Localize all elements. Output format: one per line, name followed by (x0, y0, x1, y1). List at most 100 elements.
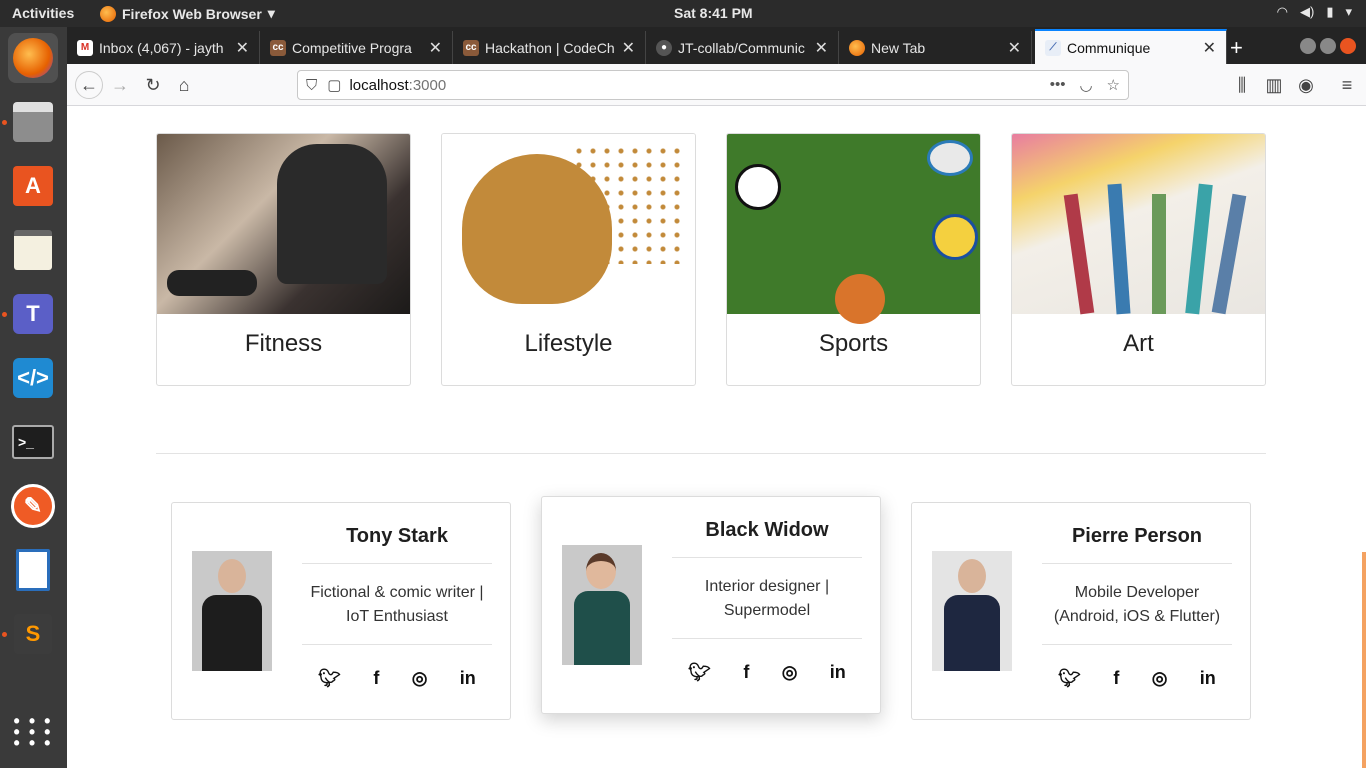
divider (302, 563, 492, 564)
dropdown-caret-icon: ▾ (267, 5, 275, 21)
url-host: localhost (349, 76, 409, 94)
tab-new-tab[interactable]: New Tab ✕ (839, 31, 1032, 64)
app-menu[interactable]: Firefox Web Browser ▾ (100, 5, 275, 22)
category-card-art[interactable]: Art (1011, 133, 1266, 386)
divider (302, 644, 492, 645)
dock-sublime[interactable]: S (8, 609, 58, 659)
pocket-icon[interactable]: ◡ (1079, 76, 1092, 94)
tab-label: Communique (1067, 39, 1151, 56)
running-indicator (2, 312, 7, 317)
vscode-icon: </> (13, 358, 53, 398)
dock-firefox[interactable] (8, 33, 58, 83)
social-links: 🐦︎ f ◎ in (1042, 668, 1232, 689)
clock[interactable]: Sat 8:41 PM (674, 5, 753, 21)
bookmark-star-icon[interactable]: ☆ (1107, 76, 1120, 94)
facebook-icon[interactable]: f (373, 668, 379, 689)
linkedin-icon[interactable]: in (830, 662, 846, 683)
lifestyle-image (442, 134, 695, 314)
category-title: Sports (818, 330, 889, 357)
files-icon (13, 102, 53, 142)
maximize-button[interactable] (1320, 38, 1336, 54)
facebook-icon[interactable]: f (1113, 668, 1119, 689)
new-tab-button[interactable]: + (1230, 35, 1243, 61)
battery-icon: ▮ (1326, 4, 1334, 19)
section-divider (156, 453, 1266, 454)
tab-communique[interactable]: ⟋ Communique ✕ (1035, 29, 1227, 64)
firefox-icon (849, 39, 865, 56)
shield-icon[interactable]: ⛉ (306, 77, 317, 94)
dock-writer[interactable] (8, 545, 58, 595)
system-tray[interactable]: ◠ ◀) ▮ ▾ (1277, 4, 1352, 20)
library-icon[interactable]: ⫼ (1230, 73, 1254, 97)
close-icon[interactable]: ✕ (622, 38, 635, 58)
member-description: Interior designer | Supermodel (704, 578, 830, 619)
divider (1042, 563, 1232, 564)
dock-text-editor[interactable] (8, 225, 58, 275)
tab-github[interactable]: ● JT-collab/Communic ✕ (646, 31, 839, 64)
social-links: 🐦︎ f ◎ in (302, 668, 492, 689)
twitter-icon[interactable]: 🐦︎ (1058, 668, 1081, 689)
category-card-sports[interactable]: Sports (726, 133, 981, 386)
category-card-lifestyle[interactable]: Lifestyle (441, 133, 696, 386)
more-actions-icon[interactable]: ••• (1050, 76, 1066, 94)
running-indicator (2, 120, 7, 125)
member-name: Pierre Person (1071, 525, 1203, 547)
activities-button[interactable]: Activities (12, 5, 74, 21)
member-description: Fictional & comic writer | IoT Enthusias… (310, 584, 484, 625)
tab-competitive-programming[interactable]: cc Competitive Progra ✕ (260, 31, 453, 64)
dock-terminal[interactable]: >_ (8, 417, 58, 467)
tab-label: JT-collab/Communic (678, 39, 805, 56)
close-icon[interactable]: ✕ (815, 38, 828, 58)
gmail-icon: M (77, 39, 93, 56)
page-scrollbar[interactable] (1362, 552, 1366, 768)
dock-files[interactable] (8, 97, 58, 147)
dock-vscode[interactable]: </> (8, 353, 58, 403)
page-info-icon[interactable]: ▢ (327, 76, 341, 94)
dock-teams[interactable]: T (8, 289, 58, 339)
forward-button[interactable]: → (108, 73, 132, 97)
menu-icon[interactable]: ≡ (1335, 73, 1359, 97)
instagram-icon[interactable]: ◎ (782, 662, 798, 683)
reload-button[interactable]: ↻ (141, 73, 165, 97)
dock-postman[interactable]: ✎ (8, 481, 58, 531)
navigation-toolbar: ← → ↻ ⌂ ⛉ ▢ localhost:3000 ••• ◡ ☆ ⫼ ▥ ◉… (67, 64, 1366, 106)
member-description: Mobile Developer (Android, iOS & Flutter… (1053, 584, 1221, 625)
category-title: Fitness (244, 330, 323, 357)
url-bar[interactable]: ⛉ ▢ localhost:3000 ••• ◡ ☆ (297, 70, 1129, 100)
member-name: Black Widow (705, 519, 829, 541)
linkedin-icon[interactable]: in (460, 668, 476, 689)
instagram-icon[interactable]: ◎ (1152, 668, 1168, 689)
wifi-icon: ◠ (1276, 4, 1288, 19)
divider (672, 638, 862, 639)
account-icon[interactable]: ◉ (1294, 73, 1318, 97)
tab-label: Inbox (4,067) - jayth (99, 39, 224, 56)
twitter-icon[interactable]: 🐦︎ (688, 662, 711, 683)
app-grid-icon: • • • • • • • • • (13, 710, 53, 753)
facebook-icon[interactable]: f (743, 662, 749, 683)
close-window-button[interactable] (1340, 38, 1356, 54)
tab-inbox[interactable]: M Inbox (4,067) - jayth ✕ (67, 31, 260, 64)
linkedin-icon[interactable]: in (1200, 668, 1216, 689)
close-icon[interactable]: ✕ (1008, 38, 1021, 58)
home-button[interactable]: ⌂ (172, 73, 196, 97)
category-title: Lifestyle (524, 330, 613, 357)
sidebar-icon[interactable]: ▥ (1262, 73, 1286, 97)
close-icon[interactable]: ✕ (236, 38, 249, 58)
page-icon: ⟋ (1045, 39, 1061, 56)
instagram-icon[interactable]: ◎ (412, 668, 428, 689)
back-button[interactable]: ← (75, 71, 103, 99)
minimize-button[interactable] (1300, 38, 1316, 54)
dock-show-apps[interactable]: • • • • • • • • • (8, 707, 58, 757)
postman-icon: ✎ (11, 484, 55, 528)
tab-hackathon[interactable]: cc Hackathon | CodeCh ✕ (453, 31, 646, 64)
firefox-icon (13, 38, 53, 78)
document-icon (16, 549, 50, 591)
twitter-icon[interactable]: 🐦︎ (318, 668, 341, 689)
app-name-label: Firefox Web Browser (122, 5, 262, 22)
fitness-image (157, 134, 410, 314)
close-icon[interactable]: ✕ (1203, 38, 1216, 58)
category-card-fitness[interactable]: Fitness (156, 133, 411, 386)
notepad-icon (14, 230, 52, 270)
dock-software[interactable]: A (8, 161, 58, 211)
close-icon[interactable]: ✕ (429, 38, 442, 58)
